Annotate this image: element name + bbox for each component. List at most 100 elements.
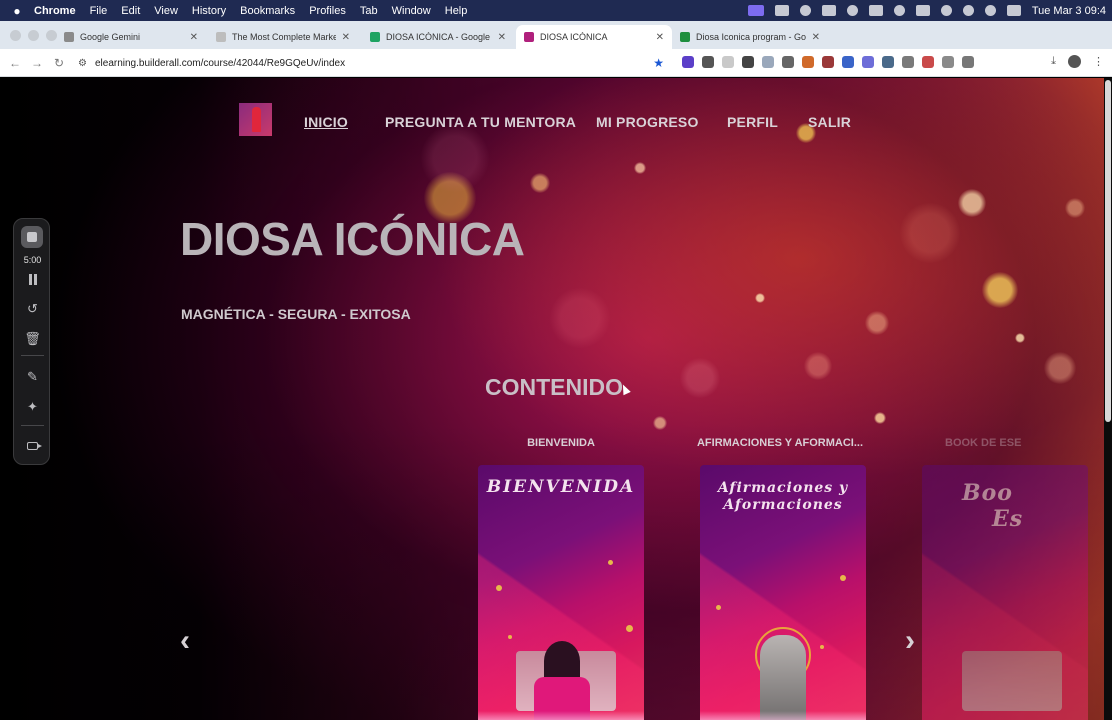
menu-profiles[interactable]: Profiles (309, 5, 346, 17)
extension-icon[interactable] (782, 56, 794, 68)
tab-diosa-iconica[interactable]: DIOSA ICÓNICA ✕ (516, 25, 672, 49)
reload-icon[interactable]: ↻ (48, 56, 70, 70)
nav-salir[interactable]: SALIR (808, 114, 851, 130)
diosa-favicon-icon (524, 32, 534, 42)
extension-icon[interactable] (722, 56, 734, 68)
play-status-icon[interactable] (846, 5, 858, 16)
back-arrow-icon[interactable]: ← (4, 56, 26, 70)
tab-sheets-program[interactable]: Diosa Iconica program - Goo ✕ (672, 25, 828, 49)
extension-icon[interactable] (922, 56, 934, 68)
extension-icon[interactable] (942, 56, 954, 68)
bokeh-light (550, 288, 610, 348)
menu-app-chrome[interactable]: Chrome (34, 5, 76, 17)
screen-recorder-panel: 5:00 ↺ 🗑 ✎ ✦ (13, 218, 50, 465)
course-cover-title: Afirmaciones y Aformaciones (717, 480, 849, 513)
menu-window[interactable]: Window (392, 5, 431, 17)
bokeh-light (680, 358, 720, 398)
extension-icon[interactable] (762, 56, 774, 68)
menu-bookmarks[interactable]: Bookmarks (240, 5, 295, 17)
course-label-afirmaciones[interactable]: AFIRMACIONES Y AFORMACI... (695, 437, 865, 449)
extension-icon[interactable] (822, 56, 834, 68)
extension-icon[interactable] (702, 56, 714, 68)
wifi-icon[interactable] (940, 5, 952, 16)
bokeh-light (958, 189, 986, 217)
battery-icon[interactable] (915, 5, 930, 16)
nav-inicio[interactable]: INICIO (304, 114, 348, 130)
pause-button[interactable] (14, 273, 51, 288)
page-scrollbar[interactable] (1104, 78, 1112, 720)
search-icon[interactable] (962, 5, 974, 16)
tab-marketing[interactable]: The Most Complete Marketin ✕ (208, 25, 358, 49)
forward-arrow-icon[interactable]: → (26, 56, 48, 70)
menu-help[interactable]: Help (445, 5, 468, 17)
bokeh-light (1015, 333, 1025, 343)
close-tab-icon[interactable]: ✕ (656, 32, 664, 43)
control-center-icon[interactable] (1006, 5, 1021, 16)
apple-icon[interactable]: ● (0, 4, 34, 18)
course-cover-statue (760, 635, 806, 720)
gear-status-icon[interactable] (799, 5, 811, 16)
trash-icon[interactable]: 🗑 (14, 331, 51, 347)
screen-record-status-icon[interactable] (747, 5, 764, 16)
google-drive-favicon-icon (370, 32, 380, 42)
site-settings-icon[interactable]: ⚙ (78, 58, 87, 69)
scrollbar-thumb[interactable] (1105, 80, 1111, 422)
extension-icon[interactable] (962, 56, 974, 68)
course-page: INICIO PREGUNTA A TU MENTORA MI PROGRESO… (0, 78, 1104, 720)
course-label-bienvenida[interactable]: BIENVENIDA (478, 437, 644, 449)
screen-mirror-status-icon[interactable] (868, 5, 883, 16)
tab-google-drive[interactable]: DIOSA ICÓNICA - Google Dri ✕ (362, 25, 514, 49)
nav-pregunta-mentora[interactable]: PREGUNTA A TU MENTORA (385, 114, 576, 130)
bookmark-star-icon[interactable]: ★ (653, 56, 664, 70)
menu-view[interactable]: View (154, 5, 178, 17)
close-window-button[interactable] (10, 30, 21, 41)
recording-timer: 5:00 (23, 255, 42, 265)
download-icon[interactable]: ⤓ (1051, 55, 1056, 68)
site-logo[interactable] (239, 103, 272, 136)
menu-tab[interactable]: Tab (360, 5, 378, 17)
text-input-status-icon[interactable] (821, 5, 836, 16)
display-status-icon[interactable] (774, 5, 789, 16)
course-card-afirmaciones[interactable]: Afirmaciones y Aformaciones (700, 465, 866, 720)
nav-mi-progreso[interactable]: MI PROGRESO (596, 114, 699, 130)
restart-icon[interactable]: ↺ (14, 301, 51, 317)
bluetooth-icon[interactable] (893, 5, 905, 16)
camera-icon[interactable] (14, 438, 51, 453)
chrome-menu-icon[interactable]: ⋮ (1093, 55, 1104, 68)
menu-history[interactable]: History (192, 5, 226, 17)
course-card-book[interactable]: Boo Es (922, 465, 1088, 720)
section-title-contenido: CONTENIDO (485, 374, 623, 400)
profile-avatar[interactable] (1068, 55, 1081, 68)
confetti-icon[interactable]: ✦ (14, 399, 51, 415)
bokeh-light (982, 272, 1018, 308)
carousel-next-arrow-icon[interactable]: › (905, 624, 915, 658)
address-bar[interactable]: ⚙ elearning.builderall.com/course/42044/… (78, 53, 668, 73)
extension-icon[interactable] (802, 56, 814, 68)
tab-google-gemini[interactable]: Google Gemini ✕ (56, 25, 206, 49)
menubar-clock[interactable]: Tue Mar 3 09:4 (1032, 5, 1106, 17)
menu-file[interactable]: File (90, 5, 108, 17)
minimize-window-button[interactable] (28, 30, 39, 41)
close-tab-icon[interactable]: ✕ (342, 32, 350, 43)
bokeh-light (755, 293, 765, 303)
extension-icon[interactable] (882, 56, 894, 68)
close-tab-icon[interactable]: ✕ (498, 32, 506, 43)
close-tab-icon[interactable]: ✕ (812, 32, 820, 43)
bokeh-light (865, 311, 889, 335)
hero-title: DIOSA ICÓNICA (180, 213, 525, 265)
extension-icon[interactable] (902, 56, 914, 68)
nav-perfil[interactable]: PERFIL (727, 114, 778, 130)
carousel-prev-arrow-icon[interactable]: ‹ (180, 624, 190, 658)
course-label-book[interactable]: BOOK DE ESE (945, 437, 1065, 449)
course-card-bienvenida[interactable]: BIENVENIDA (478, 465, 644, 720)
menu-edit[interactable]: Edit (121, 5, 140, 17)
extension-icon[interactable] (842, 56, 854, 68)
extensions-row (682, 56, 974, 68)
siri-icon[interactable] (984, 5, 996, 16)
pen-icon[interactable]: ✎ (14, 369, 51, 385)
extension-icon[interactable] (862, 56, 874, 68)
close-tab-icon[interactable]: ✕ (190, 32, 198, 43)
extension-icon[interactable] (682, 56, 694, 68)
extension-icon[interactable] (742, 56, 754, 68)
stop-recording-button[interactable] (21, 226, 43, 248)
